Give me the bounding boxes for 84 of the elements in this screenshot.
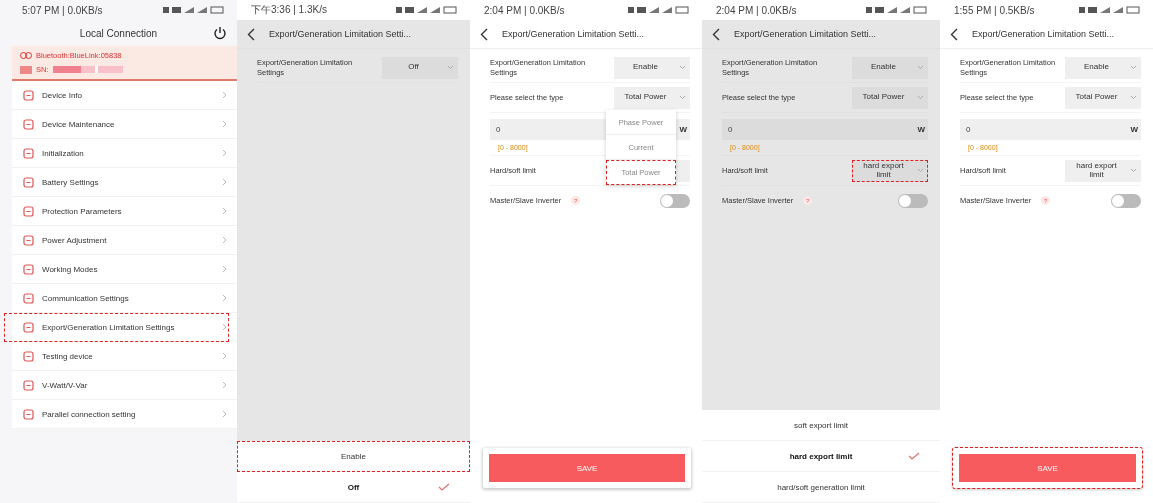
dropdown-select[interactable]: hard export limit bbox=[1065, 159, 1141, 182]
menu-item-icon bbox=[23, 118, 34, 130]
chevron-down-icon bbox=[679, 95, 686, 100]
status-text: 下午3:36 | 1.3K/s bbox=[251, 3, 327, 17]
chevron-icon bbox=[222, 265, 227, 273]
menu-item[interactable]: Initialization bbox=[12, 139, 237, 168]
screen-title: Export/Generation Limitation Setti... bbox=[734, 29, 877, 39]
menu-item-icon bbox=[23, 292, 34, 304]
dropdown-select[interactable]: Enable bbox=[1065, 56, 1141, 79]
toggle-switch[interactable] bbox=[660, 193, 690, 208]
dropdown-select[interactable]: hard export limit bbox=[852, 159, 928, 182]
menu-item[interactable]: Protection Parameters bbox=[12, 197, 237, 226]
status-icons-drawing bbox=[396, 6, 458, 14]
screen-title: Export/Generation Limitation Setti... bbox=[269, 29, 412, 39]
status-icons-drawing bbox=[1079, 6, 1141, 14]
chevron-icon bbox=[222, 120, 227, 128]
menu-item[interactable]: Working Modes bbox=[12, 255, 237, 284]
chevron-icon bbox=[222, 149, 227, 157]
status-icons-drawing bbox=[163, 6, 225, 14]
screen-title: Local Connection bbox=[79, 27, 158, 39]
chevron-down-icon bbox=[447, 65, 454, 70]
menu-item-icon bbox=[23, 89, 34, 101]
back-icon[interactable] bbox=[950, 27, 958, 41]
chevron-down-icon bbox=[1130, 168, 1137, 173]
status-icons-drawing bbox=[628, 6, 690, 14]
menu-item-icon bbox=[23, 350, 34, 362]
chevron-icon bbox=[222, 410, 227, 418]
back-icon[interactable] bbox=[480, 27, 488, 41]
menu-item-icon bbox=[23, 379, 34, 391]
menu-item-icon bbox=[23, 176, 34, 188]
chevron-down-icon bbox=[917, 168, 924, 173]
check-icon bbox=[438, 483, 450, 491]
menu-item-icon bbox=[23, 234, 34, 246]
power-icon[interactable] bbox=[213, 26, 227, 40]
chevron-icon bbox=[222, 236, 227, 244]
sheet-option[interactable]: Enable bbox=[237, 441, 470, 472]
chevron-icon bbox=[222, 381, 227, 389]
menu-item[interactable]: Export/Generation Limitation Settings bbox=[4, 313, 229, 342]
chevron-down-icon bbox=[679, 65, 686, 70]
chevron-icon bbox=[222, 207, 227, 215]
back-icon[interactable] bbox=[712, 27, 720, 41]
status-text: 2:04 PM | 0.0KB/s bbox=[716, 4, 797, 16]
input-field[interactable]: 0 W bbox=[960, 119, 1141, 140]
status-icons-drawing bbox=[866, 6, 928, 14]
menu-item-icon bbox=[23, 263, 34, 275]
chevron-icon bbox=[222, 323, 227, 331]
chevron-down-icon bbox=[1130, 65, 1137, 70]
menu-item-icon bbox=[23, 205, 34, 217]
menu-item[interactable]: Power Adjustment bbox=[12, 226, 237, 255]
dropdown-select[interactable]: Off bbox=[382, 56, 458, 79]
chevron-icon bbox=[222, 352, 227, 360]
menu-item[interactable]: Parallel connection setting bbox=[12, 400, 237, 429]
back-icon[interactable] bbox=[247, 27, 255, 41]
menu-item-icon bbox=[23, 147, 34, 159]
chevron-icon bbox=[222, 294, 227, 302]
screen-title: Export/Generation Limitation Setti... bbox=[502, 29, 645, 39]
menu-item[interactable]: Device Maintenance bbox=[12, 110, 237, 139]
dropdown-select[interactable]: Enable bbox=[614, 56, 690, 79]
status-text: 5:07 PM | 0.0KB/s bbox=[22, 4, 103, 16]
chevron-icon bbox=[222, 91, 227, 99]
toggle-switch[interactable] bbox=[898, 193, 928, 208]
check-icon bbox=[908, 452, 920, 460]
chevron-down-icon bbox=[917, 95, 924, 100]
chevron-down-icon bbox=[1130, 95, 1137, 100]
menu-item-icon bbox=[23, 408, 34, 420]
dropdown-select[interactable]: Total Power bbox=[852, 86, 928, 109]
dropdown-select[interactable]: Enable bbox=[852, 56, 928, 79]
status-text: 1:55 PM | 0.5KB/s bbox=[954, 4, 1035, 16]
menu-item[interactable]: V-Watt/V-Var bbox=[12, 371, 237, 400]
chevron-down-icon bbox=[917, 65, 924, 70]
menu-item-icon bbox=[23, 321, 34, 333]
status-text: 2:04 PM | 0.0KB/s bbox=[484, 4, 565, 16]
input-field[interactable]: 0 W bbox=[722, 119, 928, 140]
chevron-icon bbox=[222, 178, 227, 186]
dropdown-select[interactable]: Total Power bbox=[614, 86, 690, 109]
redacted-block bbox=[52, 66, 123, 73]
toggle-switch[interactable] bbox=[1111, 193, 1141, 208]
link-icon bbox=[20, 52, 32, 59]
screen-title: Export/Generation Limitation Setti... bbox=[972, 29, 1115, 39]
dropdown-select[interactable]: Total Power bbox=[1065, 86, 1141, 109]
menu-item[interactable]: Testing device bbox=[12, 342, 237, 371]
menu-item[interactable]: Communication Settings bbox=[12, 284, 237, 313]
menu-item[interactable]: Battery Settings bbox=[12, 168, 237, 197]
menu-item[interactable]: Device Info bbox=[12, 81, 237, 110]
